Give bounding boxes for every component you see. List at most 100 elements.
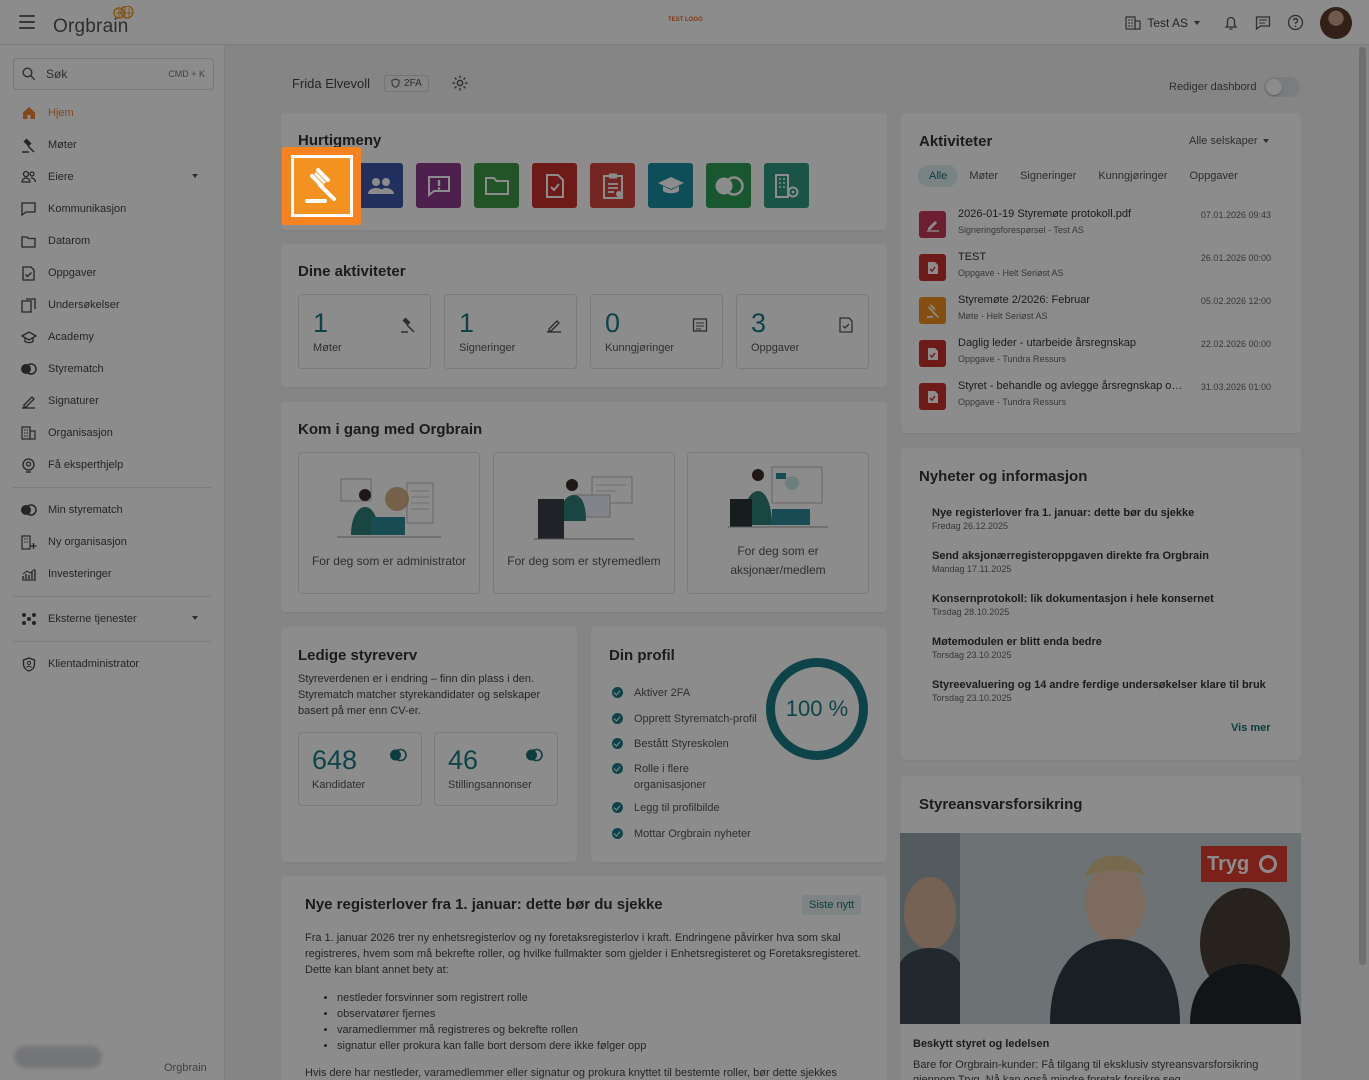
announcement-icon xyxy=(427,175,450,197)
sidebar: Søk CMD + K Hjem Møter Eiere Kommunikasj… xyxy=(0,45,225,1080)
sidebar-item-new-organization[interactable]: Ny organisasjon xyxy=(0,526,224,558)
stat-meetings[interactable]: 1 Møter xyxy=(298,294,431,369)
sidebar-item-my-styrematch[interactable]: Min styrematch xyxy=(0,494,224,526)
page-scrollbar[interactable] xyxy=(1359,47,1366,965)
activity-item[interactable]: Styret - behandle og avlegge årsregnskap… xyxy=(919,380,1271,416)
tab-meetings[interactable]: Møter xyxy=(958,165,1009,187)
chevron-down-icon[interactable] xyxy=(192,616,198,620)
tab-tasks[interactable]: Oppgaver xyxy=(1178,165,1248,187)
sidebar-item-dataroom[interactable]: Datarom xyxy=(0,225,224,257)
getting-started-label: For deg som er styremedlem xyxy=(507,554,661,568)
edit-dashboard-label: Rediger dashbord xyxy=(1169,81,1257,93)
activity-item[interactable]: TEST Oppgave - Helt Seriøst AS 26.01.202… xyxy=(919,251,1271,287)
quick-organization-settings-button[interactable] xyxy=(764,163,809,208)
gear-icon[interactable] xyxy=(451,74,469,92)
quick-academy-button[interactable] xyxy=(648,163,693,208)
sidebar-item-investments[interactable]: Investeringer xyxy=(0,558,224,590)
company-selector[interactable]: Test AS xyxy=(1125,16,1200,30)
news-item-date: Torsdag 23.10.2025 xyxy=(932,693,1012,703)
activity-title: Styremøte 2/2026: Februar xyxy=(958,294,1091,306)
announcement-icon xyxy=(692,318,708,332)
2fa-badge: 2FA xyxy=(384,74,429,92)
stat-tasks[interactable]: 3 Oppgaver xyxy=(736,294,869,369)
orgbrain-logo[interactable]: Orgbrain xyxy=(53,6,134,38)
footer-logo: Orgbrain xyxy=(164,1062,207,1074)
activity-item[interactable]: 2026-01-19 Styremøte protokoll.pdf Signe… xyxy=(919,208,1271,244)
getting-started-board-member[interactable]: For deg som er styremedlem xyxy=(493,452,675,594)
sidebar-item-signatures[interactable]: Signaturer xyxy=(0,385,224,417)
profile-check-item: Bestått Styreskolen xyxy=(612,736,752,752)
menu-icon[interactable] xyxy=(19,15,35,29)
stat-number: 46 xyxy=(448,745,479,775)
news-item[interactable]: Send aksjonærregisteroppgaven direkte fr… xyxy=(932,550,1262,574)
stat-signatures[interactable]: 1 Signeringer xyxy=(444,294,577,369)
vacancies-title: Ledige styreverv xyxy=(298,647,418,664)
profile-check-item: Aktiver 2FA xyxy=(612,685,752,701)
activity-subtitle: Oppgave - Tundra Ressurs xyxy=(958,397,1067,407)
chat-icon xyxy=(20,201,37,218)
sidebar-item-external-services[interactable]: Eksterne tjenester xyxy=(0,603,224,635)
my-activities-title: Dine aktiviteter xyxy=(298,263,406,280)
activities-title: Aktiviteter xyxy=(919,133,993,150)
main-nav: Hjem Møter Eiere Kommunikasjon Datarom O… xyxy=(0,97,224,680)
company-filter-select[interactable]: Alle selskaper xyxy=(1189,135,1270,147)
quick-dataroom-button[interactable] xyxy=(474,163,519,208)
quick-styrematch-button[interactable] xyxy=(706,163,751,208)
sidebar-item-meetings[interactable]: Møter xyxy=(0,129,224,161)
sidebar-item-styrematch[interactable]: Styrematch xyxy=(0,353,224,385)
latest-news-badge: Siste nytt xyxy=(802,895,862,915)
messages-icon[interactable] xyxy=(1254,14,1272,32)
sidebar-item-expert-help[interactable]: Få eksperthjelp xyxy=(0,449,224,481)
board-member-illustration xyxy=(534,476,634,540)
activity-item[interactable]: Daglig leder - utarbeide årsregnskap Opp… xyxy=(919,337,1271,373)
folder-icon xyxy=(20,233,37,250)
search-input[interactable]: Søk CMD + K xyxy=(13,58,214,90)
sidebar-item-organization[interactable]: Organisasjon xyxy=(0,417,224,449)
job-ads-stat[interactable]: 46 Stillingsannonser xyxy=(434,732,558,806)
tab-signatures[interactable]: Signeringer xyxy=(1009,165,1087,187)
sidebar-item-tasks[interactable]: Oppgaver xyxy=(0,257,224,289)
insurance-photo[interactable]: Tryg xyxy=(900,833,1301,1024)
news-item[interactable]: Møtemodulen er blitt enda bedre Torsdag 2… xyxy=(932,636,1262,660)
news-item-date: Mandag 17.11.2025 xyxy=(932,564,1012,574)
getting-started-admin[interactable]: For deg som er administrator xyxy=(298,452,480,594)
sidebar-item-owners[interactable]: Eiere xyxy=(0,161,224,193)
pen-icon xyxy=(547,320,561,333)
user-avatar[interactable] xyxy=(1320,6,1352,39)
help-icon[interactable] xyxy=(1286,14,1304,32)
sidebar-item-communication[interactable]: Kommunikasjon xyxy=(0,193,224,225)
pen-icon xyxy=(919,211,946,238)
article-paragraph: Hvis dere har nestleder, varamedlemmer e… xyxy=(305,1067,837,1079)
news-item[interactable]: Nye registerlover fra 1. januar: dette b… xyxy=(932,507,1262,531)
news-item[interactable]: Styreevaluering og 14 andre ferdige unde… xyxy=(932,679,1266,703)
survey-icon xyxy=(20,297,37,314)
building-icon xyxy=(20,425,37,442)
stat-announcements[interactable]: 0 Kunngjøringer xyxy=(590,294,723,369)
task-icon xyxy=(919,340,946,367)
activity-subtitle: Oppgave - Helt Seriøst AS xyxy=(958,268,1064,278)
activities-tabs: Alle Møter Signeringer Kunngjøringer Opp… xyxy=(918,165,1249,187)
highlight-inner xyxy=(290,155,353,217)
tab-announcements[interactable]: Kunngjøringer xyxy=(1087,165,1178,187)
getting-started-title: Kom i gang med Orgbrain xyxy=(298,421,483,438)
news-item[interactable]: Konsernprotokoll: lik dokumentasjon i he… xyxy=(932,593,1262,617)
activity-item[interactable]: Styremøte 2/2026: Februar Møte - Helt Se… xyxy=(919,294,1271,330)
bell-icon[interactable] xyxy=(1222,14,1240,32)
tryg-brand: Tryg xyxy=(1207,852,1250,875)
edit-dashboard-toggle[interactable] xyxy=(1264,77,1301,97)
sidebar-item-surveys[interactable]: Undersøkelser xyxy=(0,289,224,321)
highlighted-meetings-button[interactable] xyxy=(282,147,361,225)
quick-owners-button[interactable] xyxy=(358,163,403,208)
home-icon xyxy=(20,105,37,122)
candidates-stat[interactable]: 648 Kandidater xyxy=(298,732,422,806)
getting-started-shareholder[interactable]: For deg som er aksjonær/medlem xyxy=(687,452,869,594)
quick-announcement-button[interactable] xyxy=(416,163,461,208)
quick-task-button[interactable] xyxy=(532,163,577,208)
quick-protocol-button[interactable] xyxy=(590,163,635,208)
tab-all[interactable]: Alle xyxy=(918,165,959,187)
chevron-down-icon[interactable] xyxy=(192,174,198,178)
sidebar-item-home[interactable]: Hjem xyxy=(0,97,224,129)
show-more-link[interactable]: Vis mer xyxy=(1231,722,1271,734)
sidebar-item-client-admin[interactable]: Klientadministrator xyxy=(0,648,224,680)
sidebar-item-academy[interactable]: Academy xyxy=(0,321,224,353)
